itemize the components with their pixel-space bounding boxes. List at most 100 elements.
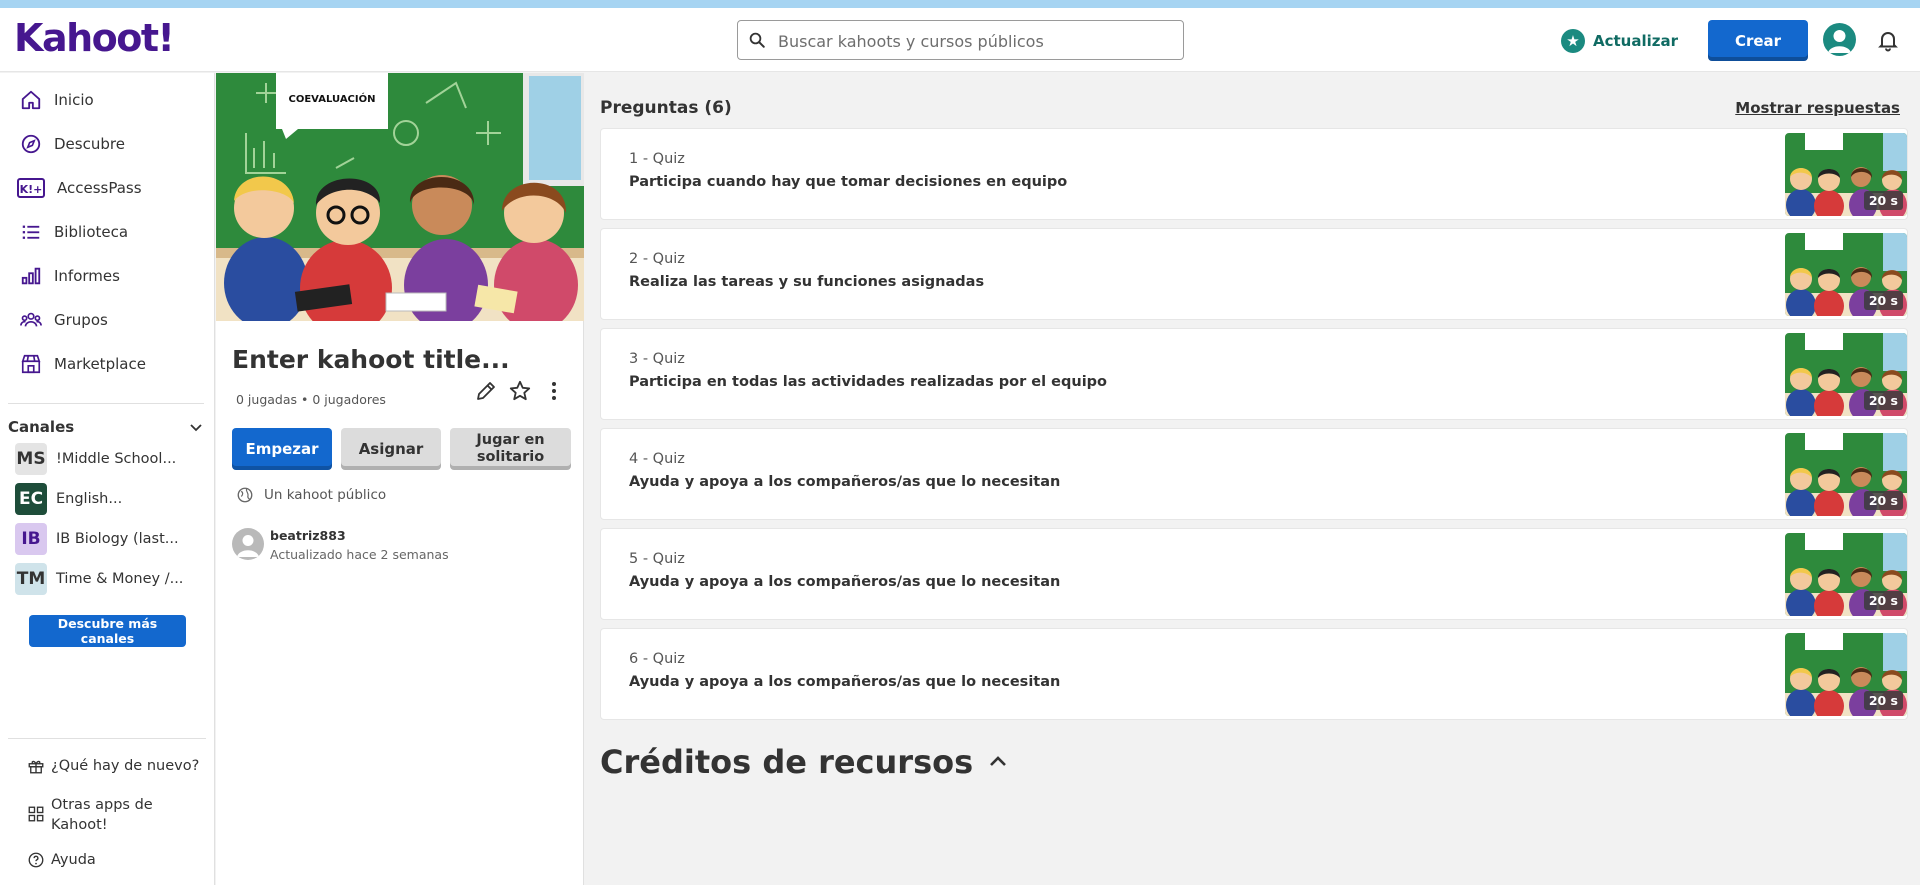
- gift-icon: [28, 760, 44, 774]
- question-thumbnail: 20 s: [1785, 233, 1907, 316]
- show-answers-link[interactable]: Mostrar respuestas: [1735, 99, 1900, 117]
- question-card[interactable]: 2 - Quiz Realiza las tareas y su funcion…: [600, 228, 1908, 320]
- assign-button[interactable]: Asignar: [341, 428, 441, 470]
- channel-badge: IB: [15, 523, 47, 555]
- question-type: 4 - Quiz: [629, 451, 685, 467]
- kahoot-logo[interactable]: Kahoot!: [14, 16, 175, 60]
- sidebar-item-label: Marketplace: [54, 355, 146, 373]
- action-buttons: Empezar Asignar Jugar en solitario: [232, 428, 571, 470]
- other-apps-label: Otras apps de Kahoot!: [51, 797, 153, 833]
- store-icon: [21, 354, 41, 374]
- updated-label: Actualizado hace 2 semanas: [270, 547, 449, 562]
- questions-title: Preguntas (6): [600, 98, 732, 118]
- whats-new-link[interactable]: ¿Qué hay de nuevo?: [27, 757, 199, 775]
- channel-item[interactable]: EC English...: [15, 483, 122, 515]
- channel-item[interactable]: MS !Middle School...: [15, 443, 176, 475]
- discover-channels-button[interactable]: Descubre más canales: [29, 615, 186, 647]
- upgrade-label: Actualizar: [1593, 32, 1679, 50]
- question-text: Ayuda y apoya a los compañeros/as que lo…: [629, 574, 1061, 590]
- svg-text:K!+: K!+: [20, 183, 43, 196]
- question-card[interactable]: 6 - Quiz Ayuda y apoya a los compañeros/…: [600, 628, 1908, 720]
- sidebar-item-grupos[interactable]: Grupos: [20, 305, 108, 335]
- user-icon: [1828, 30, 1851, 53]
- other-apps-link[interactable]: Otras apps de Kahoot!: [27, 795, 177, 835]
- start-button[interactable]: Empezar: [232, 428, 332, 470]
- bell-icon[interactable]: [1876, 28, 1900, 52]
- question-thumbnail: 20 s: [1785, 133, 1907, 216]
- question-type: 3 - Quiz: [629, 351, 685, 367]
- sidebar-item-marketplace[interactable]: Marketplace: [20, 349, 146, 379]
- question-thumbnail: 20 s: [1785, 333, 1907, 416]
- question-card[interactable]: 3 - Quiz Participa en todas las activida…: [600, 328, 1908, 420]
- top-bar: Kahoot! ★ Actualizar Crear: [0, 8, 1920, 72]
- time-limit-badge: 20 s: [1863, 691, 1903, 710]
- whats-new-label: ¿Qué hay de nuevo?: [51, 758, 200, 774]
- search-box[interactable]: [737, 20, 1184, 60]
- home-icon: [21, 90, 41, 110]
- top-accent-strip: [0, 0, 1920, 8]
- apps-grid-icon: [28, 806, 44, 822]
- compass-icon: [21, 134, 41, 154]
- question-thumbnail: 20 s: [1785, 433, 1907, 516]
- search-input[interactable]: [778, 28, 1168, 54]
- channel-badge: TM: [15, 563, 47, 595]
- create-button[interactable]: Crear: [1708, 20, 1808, 61]
- sidebar-item-biblioteca[interactable]: Biblioteca: [20, 217, 128, 247]
- channel-item[interactable]: TM Time & Money /...: [15, 563, 183, 595]
- star-icon[interactable]: [508, 379, 532, 403]
- time-limit-badge: 20 s: [1863, 291, 1903, 310]
- question-card[interactable]: 5 - Quiz Ayuda y apoya a los compañeros/…: [600, 528, 1908, 620]
- channels-title: Canales: [8, 418, 75, 436]
- time-limit-badge: 20 s: [1863, 591, 1903, 610]
- author-name[interactable]: beatriz883: [270, 528, 449, 543]
- question-text: Realiza las tareas y su funciones asigna…: [629, 274, 985, 290]
- question-type: 1 - Quiz: [629, 151, 685, 167]
- cover-image: COEVALUACIÓN: [216, 73, 584, 321]
- bar-chart-icon: [21, 267, 41, 285]
- question-text: Ayuda y apoya a los compañeros/as que lo…: [629, 674, 1061, 690]
- kahoot-title[interactable]: Enter kahoot title...: [232, 345, 510, 374]
- play-solo-button[interactable]: Jugar en solitario: [450, 428, 571, 470]
- cover-speech-label: COEVALUACIÓN: [289, 92, 376, 105]
- kahoot-details-panel: COEVALUACIÓN Enter kahoot title... 0 jug…: [216, 73, 584, 885]
- question-thumbnail: 20 s: [1785, 533, 1907, 616]
- help-label: Ayuda: [51, 852, 96, 868]
- resource-credits-toggle[interactable]: Créditos de recursos: [600, 743, 1009, 781]
- sidebar-item-label: AccessPass: [57, 179, 142, 197]
- pencil-icon[interactable]: [474, 379, 498, 403]
- sidebar-item-accesspass[interactable]: K!+ AccessPass: [17, 173, 142, 203]
- channel-item[interactable]: IB IB Biology (last...: [15, 523, 179, 555]
- time-limit-badge: 20 s: [1863, 191, 1903, 210]
- groups-icon: [20, 312, 42, 327]
- chevron-down-icon: [190, 424, 202, 432]
- kahoot-stats: 0 jugadas • 0 jugadores: [236, 392, 386, 407]
- sidebar-item-informes[interactable]: Informes: [20, 261, 120, 291]
- author-avatar[interactable]: [232, 528, 264, 560]
- help-link[interactable]: Ayuda: [27, 851, 96, 869]
- question-text: Participa en todas las actividades reali…: [629, 374, 1108, 390]
- sidebar-item-label: Inicio: [54, 91, 94, 109]
- channels-header[interactable]: Canales: [8, 403, 204, 436]
- upgrade-link[interactable]: ★ Actualizar: [1561, 28, 1678, 54]
- accesspass-icon: K!+: [17, 178, 45, 198]
- question-card[interactable]: 4 - Quiz Ayuda y apoya a los compañeros/…: [600, 428, 1908, 520]
- kahoot-tools: [474, 379, 566, 403]
- question-card[interactable]: 1 - Quiz Participa cuando hay que tomar …: [600, 128, 1908, 220]
- list-icon: [22, 225, 40, 239]
- question-text: Participa cuando hay que tomar decisione…: [629, 174, 1068, 190]
- globe-icon: [237, 487, 253, 503]
- question-thumbnail: 20 s: [1785, 633, 1907, 716]
- question-type: 2 - Quiz: [629, 251, 685, 267]
- more-options-icon[interactable]: [542, 379, 566, 403]
- time-limit-badge: 20 s: [1863, 391, 1903, 410]
- question-text: Ayuda y apoya a los compañeros/as que lo…: [629, 474, 1061, 490]
- sidebar-item-descubre[interactable]: Descubre: [20, 129, 125, 159]
- sidebar: Inicio Descubre K!+ AccessPass Bibliotec…: [0, 73, 215, 885]
- user-avatar[interactable]: [1823, 23, 1856, 56]
- author-block: beatriz883 Actualizado hace 2 semanas: [232, 528, 449, 562]
- visibility-row: Un kahoot público: [236, 486, 386, 504]
- channel-badge: MS: [15, 443, 47, 475]
- question-type: 5 - Quiz: [629, 551, 685, 567]
- sidebar-item-inicio[interactable]: Inicio: [20, 85, 94, 115]
- star-badge-icon: ★: [1561, 29, 1585, 53]
